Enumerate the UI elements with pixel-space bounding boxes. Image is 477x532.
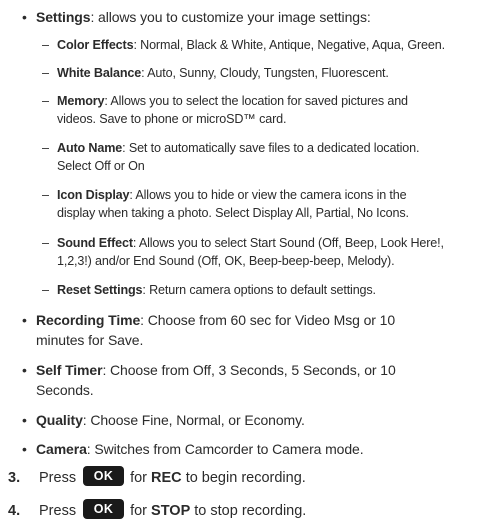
bullet-dot: •	[22, 9, 27, 25]
bullet-desc-cont: Seconds.	[36, 382, 94, 398]
subitem-desc: : Normal, Black & White, Antique, Negati…	[133, 38, 445, 52]
bullet-dot: •	[22, 362, 27, 378]
subitem-desc-cont: display when taking a photo. Select Disp…	[57, 206, 409, 220]
step-keyword: REC	[151, 470, 182, 486]
bullet-dot: •	[22, 312, 27, 328]
bullet-term: Self Timer	[36, 362, 103, 378]
subitem-auto-name: – Auto Name: Set to automatically save f…	[42, 139, 471, 175]
dash-marker: –	[42, 283, 49, 297]
subitem-desc-cont: 1,2,3!) and/or End Sound (Off, OK, Beep-…	[57, 254, 395, 268]
subitem-memory: – Memory: Allows you to select the locat…	[42, 92, 471, 128]
subitem-term: Sound Effect	[57, 236, 133, 250]
ok-key-icon: OK	[83, 466, 125, 487]
bullet-term: Camera	[36, 441, 87, 457]
dash-marker: –	[42, 236, 49, 250]
subitem-icon-display: – Icon Display: Allows you to hide or vi…	[42, 186, 471, 222]
bullet-camera: • Camera: Switches from Camcorder to Cam…	[22, 439, 466, 459]
step-number: 3.	[8, 470, 21, 486]
manual-page: • Settings: allows you to customize your…	[0, 0, 477, 532]
ok-key-icon: OK	[83, 499, 125, 520]
bullet-desc: : Switches from Camcorder to Camera mode…	[86, 441, 364, 457]
step-body: Press OK for STOP to stop recording.	[39, 499, 307, 522]
bullet-term: Settings	[36, 9, 91, 25]
subitem-desc: : Return camera options to default setti…	[142, 283, 376, 297]
step-keyword: STOP	[151, 503, 191, 519]
bullet-recording-time: • Recording Time: Choose from 60 sec for…	[22, 310, 466, 350]
bullet-term: Quality	[36, 412, 83, 428]
subitem-desc: : Allows you to select Start Sound (Off,…	[132, 236, 444, 250]
subitem-sound-effect: – Sound Effect: Allows you to select Sta…	[42, 234, 471, 270]
subitem-term: Auto Name	[57, 141, 123, 155]
bullet-desc: : Choose from 60 sec for Video Msg or 10	[140, 312, 396, 328]
bullet-desc: : Choose Fine, Normal, or Economy.	[82, 412, 305, 428]
step-text: for	[130, 470, 147, 486]
step-text: to begin recording.	[185, 470, 306, 486]
subitem-color-effects: – Color Effects: Normal, Black & White, …	[42, 36, 471, 54]
subitem-term: Icon Display	[57, 188, 130, 202]
step-text: Press	[39, 503, 77, 519]
subitem-desc: : Allows you to hide or view the camera …	[129, 188, 407, 202]
subitem-term: White Balance	[57, 66, 142, 80]
dash-marker: –	[42, 66, 49, 80]
bullet-term: Recording Time	[36, 312, 141, 328]
bullet-desc: : allows you to customize your image set…	[90, 9, 371, 25]
dash-marker: –	[42, 38, 49, 52]
bullet-dot: •	[22, 412, 27, 428]
bullet-self-timer: • Self Timer: Choose from Off, 3 Seconds…	[22, 360, 466, 400]
subitem-term: Reset Settings	[57, 283, 143, 297]
step-number: 4.	[8, 503, 21, 519]
subitem-white-balance: – White Balance: Auto, Sunny, Cloudy, Tu…	[42, 64, 471, 82]
step-body: Press OK for REC to begin recording.	[39, 466, 306, 489]
dash-marker: –	[42, 188, 49, 202]
dash-marker: –	[42, 141, 49, 155]
bullet-desc-cont: minutes for Save.	[36, 332, 144, 348]
subitem-desc: : Allows you to select the location for …	[104, 94, 408, 108]
subitem-desc-cont: videos. Save to phone or microSD™ card.	[57, 112, 287, 126]
step-text: Press	[39, 470, 77, 486]
subitem-reset-settings: – Reset Settings: Return camera options …	[42, 281, 471, 299]
step-text: to stop recording.	[194, 503, 307, 519]
bullet-dot: •	[22, 441, 27, 457]
bullet-quality: • Quality: Choose Fine, Normal, or Econo…	[22, 410, 466, 430]
dash-marker: –	[42, 94, 49, 108]
subitem-term: Memory	[57, 94, 105, 108]
subitem-term: Color Effects	[57, 38, 134, 52]
bullet-settings: • Settings: allows you to customize your…	[22, 7, 466, 27]
subitem-desc: : Set to automatically save files to a d…	[122, 141, 420, 155]
step-text: for	[130, 503, 147, 519]
subitem-desc: : Auto, Sunny, Cloudy, Tungsten, Fluores…	[141, 66, 389, 80]
bullet-desc: : Choose from Off, 3 Seconds, 5 Seconds,…	[102, 362, 396, 378]
subitem-desc-cont: Select Off or On	[57, 159, 145, 173]
